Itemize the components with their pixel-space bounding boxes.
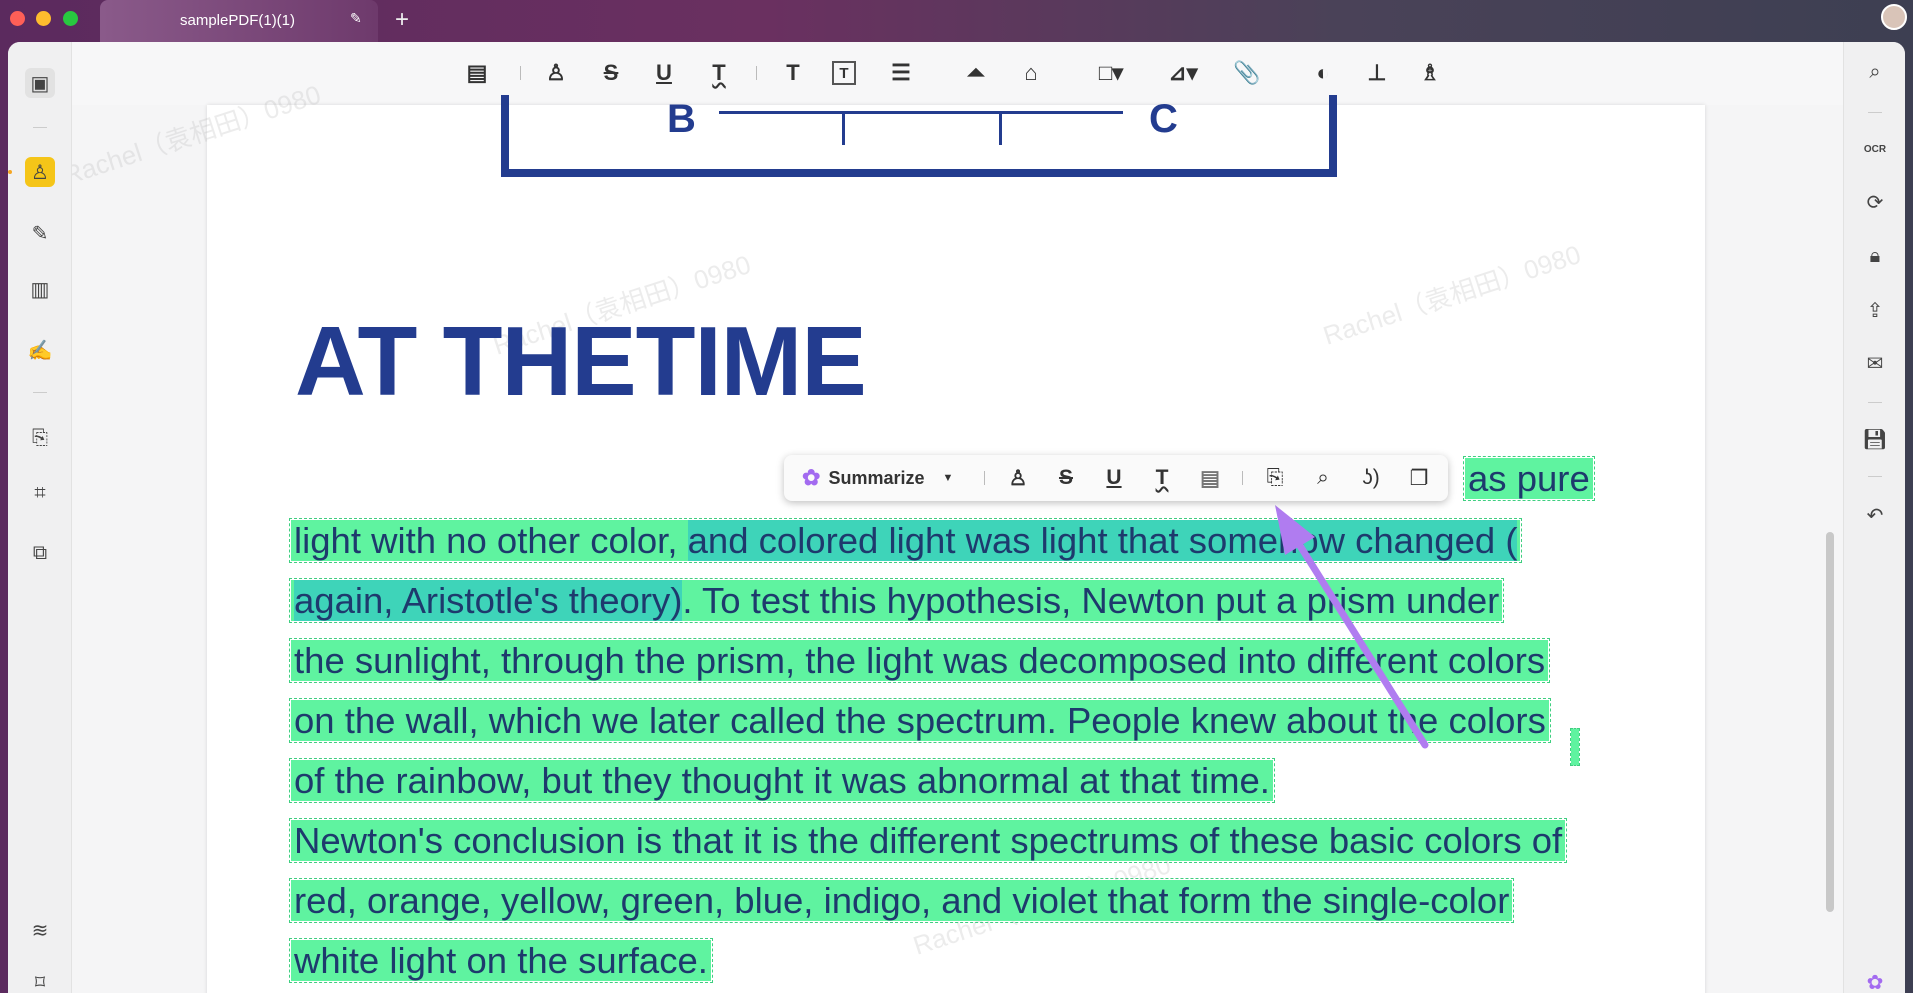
- minimize-window-button[interactable]: [36, 11, 51, 26]
- scrollbar[interactable]: [1826, 532, 1834, 912]
- protect-icon[interactable]: ⧉: [25, 538, 55, 568]
- squiggly-icon[interactable]: T: [1147, 463, 1177, 493]
- callout-icon[interactable]: ☰: [886, 58, 916, 88]
- rename-pencil-icon[interactable]: ✎: [350, 10, 362, 27]
- right-sidebar: ⌕ OCR ⟳ 🔒︎ ⇪ ✉ 💾︎ ↶ ✿: [1843, 42, 1905, 993]
- pencil-icon[interactable]: ⏶: [961, 58, 991, 88]
- edit-pdf-icon[interactable]: ✎: [25, 218, 55, 248]
- search-icon[interactable]: ⌕: [1860, 57, 1890, 87]
- close-window-button[interactable]: [10, 11, 25, 26]
- form-icon[interactable]: ✍: [25, 335, 55, 365]
- tab-title: samplePDF(1)(1): [180, 12, 296, 29]
- share-icon[interactable]: ⇪: [1860, 295, 1890, 325]
- new-tab-button[interactable]: +: [395, 6, 409, 34]
- organize-pages-icon[interactable]: ▥: [25, 274, 55, 304]
- sticker-icon[interactable]: ◐: [1308, 58, 1338, 88]
- chevron-down-icon[interactable]: ▼: [942, 472, 953, 484]
- strikethrough-icon[interactable]: S: [1051, 463, 1081, 493]
- signature-icon[interactable]: ♗: [1415, 58, 1445, 88]
- comment-icon[interactable]: ▤: [462, 58, 492, 88]
- ai-assistant-icon[interactable]: ✿: [1860, 967, 1890, 993]
- comment-mode-icon[interactable]: ♙: [25, 157, 55, 187]
- highlight-icon[interactable]: ♙: [541, 58, 571, 88]
- ai-logo-icon: ✿: [802, 465, 821, 490]
- protect-file-icon[interactable]: 🔒︎: [1860, 241, 1890, 271]
- summarize-button[interactable]: ✿ Summarize ▼: [802, 463, 953, 493]
- selection-popup-toolbar: ✿ Summarize ▼ ♙ S U T ▤ ⎘ ⌕ ʖ) ❐: [784, 455, 1448, 501]
- eraser-icon[interactable]: ⌂: [1016, 58, 1046, 88]
- shape-icon[interactable]: □▾: [1096, 58, 1126, 88]
- strikethrough-icon[interactable]: S: [596, 58, 626, 88]
- maximize-window-button[interactable]: [63, 11, 78, 26]
- bookmark-icon[interactable]: ⌑: [25, 967, 55, 993]
- pdf-page: B C Rachel（袁相田）0980 Rachel（袁相田）0980 Rach…: [59, 79, 1705, 993]
- ocr-icon[interactable]: OCR: [1860, 134, 1890, 164]
- undo-icon[interactable]: ↶: [1860, 500, 1890, 530]
- email-icon[interactable]: ✉: [1860, 348, 1890, 378]
- textbox-icon[interactable]: T: [832, 61, 856, 85]
- bookmark-add-icon[interactable]: ⎘: [1260, 463, 1290, 493]
- note-icon[interactable]: ▤: [1195, 463, 1225, 493]
- convert-icon[interactable]: ⎘: [25, 423, 55, 453]
- convert-file-icon[interactable]: ⟳: [1860, 187, 1890, 217]
- document-tab[interactable]: samplePDF(1)(1) ✎: [100, 0, 378, 42]
- text-icon[interactable]: T: [778, 58, 808, 88]
- pointer-arrow: [1275, 505, 1429, 749]
- avatar[interactable]: [1881, 4, 1907, 30]
- copy-icon[interactable]: ❐: [1404, 463, 1434, 493]
- crop-icon[interactable]: ⌗: [25, 478, 55, 508]
- squiggly-icon[interactable]: T: [704, 58, 734, 88]
- underline-icon[interactable]: U: [649, 58, 679, 88]
- left-sidebar: ▣ ♙ ✎ ▥ ✍ ⎘ ⌗ ⧉ ≋ ⌑: [8, 42, 72, 993]
- measure-icon[interactable]: ⊿▾: [1168, 58, 1198, 88]
- save-icon[interactable]: 💾︎: [1860, 424, 1890, 454]
- reader-icon[interactable]: ▣: [25, 68, 55, 98]
- underline-icon[interactable]: U: [1099, 463, 1129, 493]
- attachment-icon[interactable]: 📎: [1232, 58, 1262, 88]
- summarize-label: Summarize: [828, 467, 925, 488]
- title-bar: samplePDF(1)(1) ✎ +: [0, 0, 1913, 42]
- app-window: ▤ ♙ S U T T T ☰ ⏶ ⌂ □▾ ⊿▾ 📎 ◐ ⊥ ♗ B C Ra…: [8, 42, 1905, 993]
- highlight-icon[interactable]: ♙: [1003, 463, 1033, 493]
- stamp-icon[interactable]: ⊥: [1362, 58, 1392, 88]
- read-aloud-icon[interactable]: ʖ): [1356, 463, 1386, 493]
- search-doc-icon[interactable]: ⌕: [1308, 463, 1338, 493]
- layers-icon[interactable]: ≋: [25, 915, 55, 945]
